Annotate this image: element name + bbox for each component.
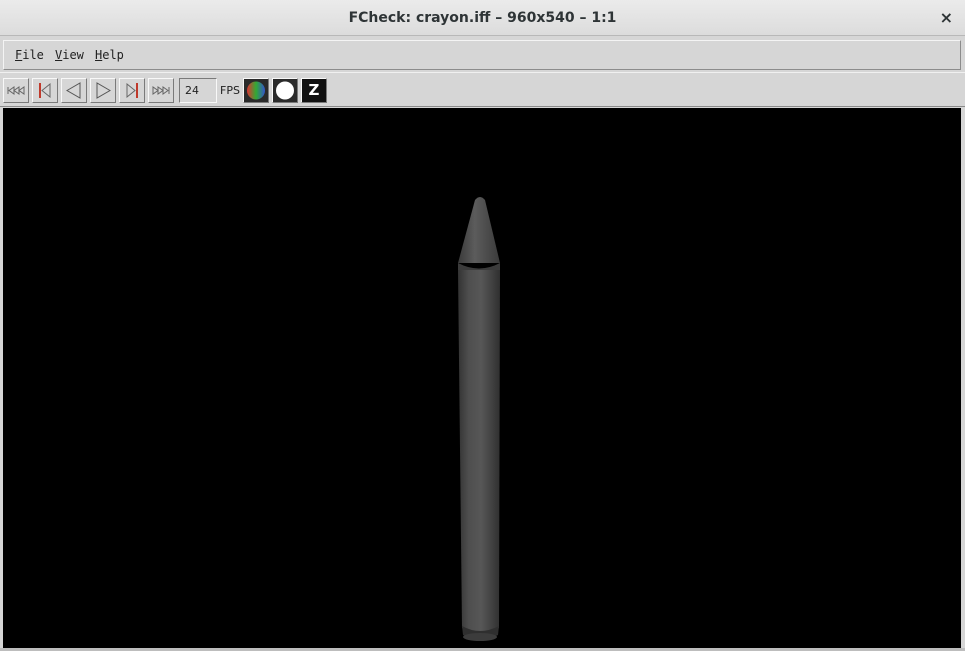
z-depth-icon: Z <box>308 81 320 99</box>
rgb-channel-icon <box>247 81 265 100</box>
window-titlebar[interactable]: FCheck: crayon.iff – 960x540 – 1:1 × <box>0 0 965 36</box>
play-backward-button[interactable] <box>61 78 87 103</box>
prev-keyframe-button[interactable] <box>32 78 58 103</box>
play-forward-button[interactable] <box>90 78 116 103</box>
menu-file[interactable]: File <box>15 41 44 69</box>
next-keyframe-icon <box>126 82 138 99</box>
prev-keyframe-icon <box>39 82 51 99</box>
playback-toolbar: 24 FPS Z <box>0 72 965 107</box>
menu-view-label: iew <box>62 48 84 62</box>
image-viewport[interactable] <box>3 108 961 648</box>
z-depth-button[interactable]: Z <box>301 78 327 103</box>
menu-file-label: ile <box>22 48 44 62</box>
alpha-channel-icon <box>276 81 294 100</box>
menu-view[interactable]: View <box>55 41 84 69</box>
menu-help-label: elp <box>102 48 124 62</box>
first-frame-icon <box>7 86 25 95</box>
fps-label: FPS <box>220 84 240 97</box>
play-forward-icon <box>96 82 112 99</box>
menu-bar: File View Help <box>3 40 961 70</box>
window-title: FCheck: crayon.iff – 960x540 – 1:1 <box>348 10 617 26</box>
next-keyframe-button[interactable] <box>119 78 145 103</box>
menu-help[interactable]: Help <box>95 41 124 69</box>
fps-input[interactable]: 24 <box>179 78 217 103</box>
close-button[interactable]: × <box>940 0 953 36</box>
last-frame-icon <box>152 86 170 95</box>
first-frame-button[interactable] <box>3 78 29 103</box>
last-frame-button[interactable] <box>148 78 174 103</box>
crayon-render <box>458 197 500 641</box>
rgb-channel-button[interactable] <box>243 78 269 103</box>
alpha-channel-button[interactable] <box>272 78 298 103</box>
play-backward-icon <box>65 82 81 99</box>
